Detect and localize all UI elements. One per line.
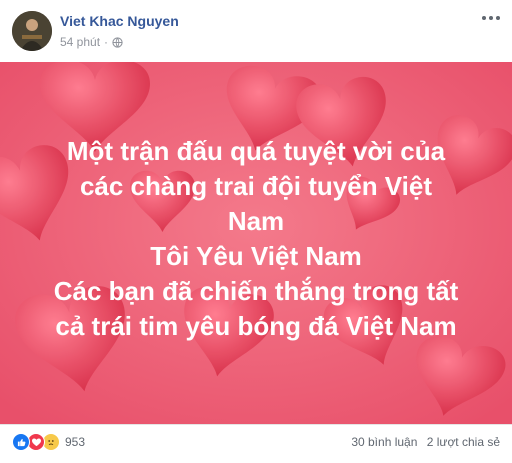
- like-icon: [12, 433, 30, 451]
- post-text-line: Nam: [227, 206, 285, 236]
- post-text-line: Một trận đấu quá tuyệt vời của: [66, 136, 446, 166]
- post-meta: 54 phút ·: [60, 35, 123, 49]
- separator-dot: ·: [104, 35, 109, 49]
- shares-count-link[interactable]: 2 lượt chia sẻ: [427, 435, 500, 449]
- reactions-summary[interactable]: 953: [12, 433, 85, 451]
- post-text-line: Các bạn đã chiến thắng trong tất: [53, 276, 459, 306]
- comments-count-link[interactable]: 30 bình luận: [351, 435, 417, 449]
- post-card: Viet Khac Nguyen 54 phút · Một trận đấu …: [0, 0, 512, 462]
- more-options-icon[interactable]: [480, 10, 502, 26]
- reaction-count: 953: [65, 435, 86, 449]
- post-footer: 953 30 bình luận 2 lượt chia sẻ: [0, 424, 512, 463]
- avatar[interactable]: [12, 11, 52, 51]
- post-text-line: Tôi Yêu Việt Nam: [150, 241, 362, 271]
- engagement-stats: 30 bình luận 2 lượt chia sẻ: [351, 435, 500, 449]
- post-text-line: các chàng trai đội tuyển Việt: [79, 171, 433, 201]
- globe-icon[interactable]: [112, 36, 123, 48]
- post-header: Viet Khac Nguyen 54 phút ·: [0, 0, 512, 62]
- author-name[interactable]: Viet Khac Nguyen: [60, 13, 179, 29]
- post-text-line: cả trái tim yêu bóng đá Việt Nam: [55, 311, 457, 341]
- post-image[interactable]: Một trận đấu quá tuyệt vời của các chàng…: [0, 62, 512, 424]
- post-text: Một trận đấu quá tuyệt vời của các chàng…: [14, 134, 498, 344]
- post-time[interactable]: 54 phút: [60, 35, 100, 49]
